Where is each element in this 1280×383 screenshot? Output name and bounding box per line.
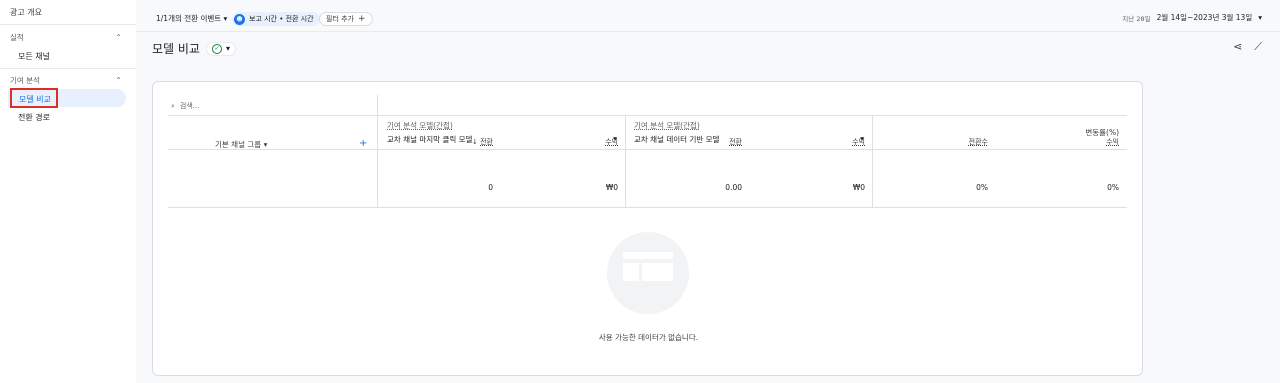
- dimension-label: 기본 채널 그룹: [215, 140, 262, 149]
- table-row-divider: [168, 149, 1127, 150]
- metric-label: 수익: [605, 138, 618, 146]
- column-divider: [872, 115, 873, 208]
- group-label: 실적: [10, 33, 24, 42]
- conversion-event-selector[interactable]: 1/1개의 전환 이벤트 ▾: [156, 13, 227, 24]
- table-row-divider: [168, 115, 1127, 116]
- date-range-value: 2월 14일~2023년 3월 13일: [1156, 13, 1253, 22]
- page-title: 모델 비교: [152, 42, 200, 56]
- illustration-shape: [623, 252, 673, 259]
- dropdown-arrow-icon: ▾: [1258, 13, 1262, 22]
- total-change-revenue: 0%: [1107, 183, 1119, 192]
- dropdown-arrow-icon: ▾: [263, 140, 268, 149]
- plus-icon: +: [358, 14, 366, 24]
- model-value: 교차 채널 마지막 클릭 모델 ▾: [387, 134, 617, 145]
- total-m1-revenue: ₩0: [605, 183, 618, 192]
- search-input[interactable]: 검색...: [180, 101, 200, 111]
- total-m2-revenue: ₩0: [852, 183, 865, 192]
- model-name: 교차 채널 데이터 기반 모델: [634, 135, 720, 144]
- column-header-m1-conversions[interactable]: ↓ 전환: [458, 137, 493, 147]
- metric-label: 수익: [852, 138, 865, 146]
- total-m2-conversions: 0.00: [725, 183, 742, 192]
- share-icon[interactable]: ⋖: [1233, 40, 1242, 54]
- total-change-conversions: 0%: [976, 183, 988, 192]
- conversion-selector-label: 1/1개의 전환 이벤트: [156, 14, 222, 23]
- date-prefix: 지난 28일: [1122, 14, 1151, 23]
- group-label: 기여 분석: [10, 76, 40, 85]
- column-header-change-conversions[interactable]: 전환수: [948, 137, 988, 147]
- model-1-selector[interactable]: 기여 분석 모델(간접) 교차 채널 마지막 클릭 모델 ▾: [387, 120, 617, 145]
- filter-label: 필터 추가: [326, 15, 354, 23]
- status-badge[interactable]: ✓ ▾: [205, 41, 236, 56]
- illustration-shape: [642, 263, 673, 281]
- person-icon: ☻: [234, 13, 245, 25]
- comparison-card: ⌕ 검색... 기여 분석 모델(간접) 교차 채널 마지막 클릭 모델 ▾ 기…: [152, 81, 1143, 376]
- model-2-selector[interactable]: 기여 분석 모델(간접) 교차 채널 데이터 기반 모델 ▾: [634, 120, 864, 145]
- divider: [0, 24, 136, 25]
- sidebar-item-ads-overview[interactable]: 광고 개요: [10, 7, 42, 18]
- model-heading: 기여 분석 모델(간접): [387, 121, 453, 130]
- add-filter-button[interactable]: 필터 추가 +: [319, 12, 373, 26]
- chevron-down-icon: ▾: [225, 44, 230, 53]
- dimension-selector[interactable]: 기본 채널 그룹 ▾: [215, 139, 267, 150]
- insights-icon[interactable]: ⟋: [1254, 40, 1262, 54]
- metric-label: 수익: [1106, 138, 1119, 146]
- table-row-divider: [168, 207, 1127, 208]
- sidebar-item-conversion-paths[interactable]: 전환 경로: [18, 112, 50, 123]
- column-header-m2-conversions[interactable]: 전환: [708, 137, 742, 147]
- divider: [0, 68, 136, 69]
- add-dimension-button[interactable]: +: [359, 138, 367, 149]
- page-title-row: 모델 비교 ✓ ▾: [152, 40, 236, 57]
- column-header-change-revenue[interactable]: 수익: [1083, 137, 1119, 147]
- metric-label: 전환: [480, 138, 493, 146]
- table-search[interactable]: ⌕ 검색...: [171, 101, 199, 111]
- metric-label: 전환: [729, 138, 742, 146]
- column-divider: [625, 115, 626, 208]
- total-m1-conversions: 0: [488, 183, 493, 192]
- sidebar-group-performance[interactable]: 실적 ⌃: [10, 32, 122, 43]
- empty-state-message: 사용 가능한 데이터가 없습니다.: [598, 333, 699, 342]
- title-actions: ⋖ ⟋: [1233, 40, 1262, 54]
- model-heading: 기여 분석 모델(간접): [634, 121, 700, 130]
- sidebar: 광고 개요 실적 ⌃ 모든 채널 기여 분석 ⌃ 모델 비교 전환 경로: [0, 0, 136, 383]
- chevron-up-icon[interactable]: ⌃: [115, 33, 122, 42]
- sidebar-item-all-channels[interactable]: 모든 채널: [18, 51, 50, 62]
- chevron-up-icon[interactable]: ⌃: [115, 76, 122, 85]
- date-range-picker[interactable]: 지난 28일 2월 14일~2023년 3월 13일 ▾: [1122, 12, 1262, 23]
- dropdown-arrow-icon: ▾: [223, 14, 228, 23]
- sort-arrow-icon: ↓: [472, 138, 478, 146]
- empty-state-illustration: [607, 232, 689, 314]
- illustration-shape: [623, 263, 639, 281]
- chip-label: 보고 시간 • 전환 시간: [249, 15, 314, 23]
- metric-label: 전환수: [968, 138, 988, 146]
- sidebar-item-model-comparison[interactable]: 모델 비교: [10, 88, 58, 108]
- sidebar-group-attribution[interactable]: 기여 분석 ⌃: [10, 75, 122, 86]
- column-header-m1-revenue[interactable]: 수익: [586, 137, 618, 147]
- reporting-time-chip[interactable]: ☻ 보고 시간 • 전환 시간: [232, 12, 320, 26]
- column-divider: [377, 95, 378, 208]
- search-icon: ⌕: [171, 101, 175, 110]
- report-toolbar: 1/1개의 전환 이벤트 ▾ ☻ 보고 시간 • 전환 시간 필터 추가 + 지…: [136, 0, 1280, 32]
- model-value: 교차 채널 데이터 기반 모델 ▾: [634, 134, 864, 145]
- column-header-m2-revenue[interactable]: 수익: [833, 137, 865, 147]
- check-circle-icon: ✓: [211, 43, 222, 54]
